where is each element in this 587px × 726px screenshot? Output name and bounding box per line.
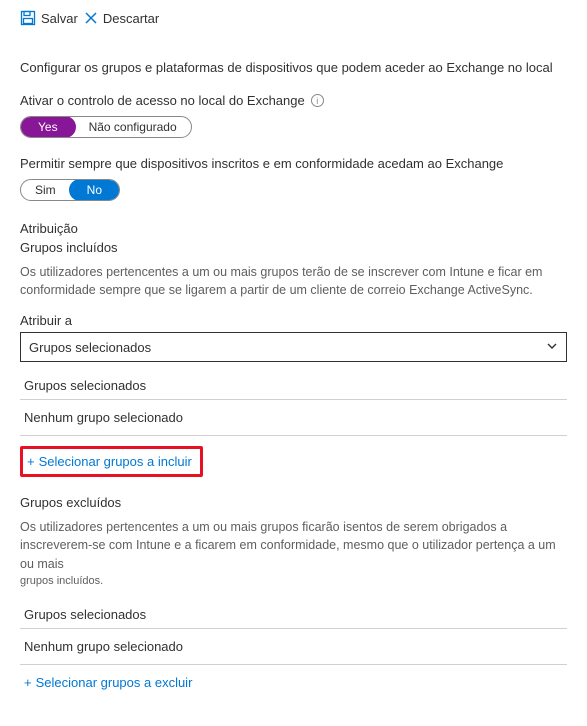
discard-label: Descartar bbox=[103, 11, 159, 26]
allow-compliant-toggle[interactable]: Sim No bbox=[20, 179, 120, 201]
plus-icon: + bbox=[27, 454, 35, 469]
select-groups-exclude-link[interactable]: + Selecionar grupos a excluir bbox=[20, 665, 567, 700]
assign-to-select[interactable]: Grupos selecionados bbox=[20, 332, 567, 362]
enable-control-toggle[interactable]: Yes Não configurado bbox=[20, 116, 192, 138]
excluded-none-selected: Nenhum grupo selecionado bbox=[20, 629, 567, 665]
allow-compliant-yes[interactable]: Sim bbox=[21, 180, 70, 200]
chevron-down-icon bbox=[546, 339, 558, 355]
save-button[interactable]: Salvar bbox=[20, 10, 78, 26]
enable-control-no[interactable]: Não configurado bbox=[75, 117, 191, 137]
select-groups-exclude-label: Selecionar grupos a excluir bbox=[36, 675, 193, 690]
enable-control-yes[interactable]: Yes bbox=[20, 116, 76, 138]
allow-compliant-label: Permitir sempre que dispositivos inscrit… bbox=[20, 156, 503, 171]
assign-to-label: Atribuir a bbox=[20, 313, 567, 328]
select-groups-include-label: Selecionar grupos a incluir bbox=[39, 454, 192, 469]
page-intro: Configurar os grupos e plataformas de di… bbox=[20, 60, 567, 75]
assign-to-value: Grupos selecionados bbox=[29, 340, 151, 355]
assignment-heading: Atribuição bbox=[20, 221, 567, 236]
toolbar: Salvar Descartar bbox=[20, 10, 567, 36]
plus-icon: + bbox=[24, 675, 32, 690]
include-highlight: + Selecionar grupos a incluir bbox=[20, 446, 203, 477]
allow-compliant-no[interactable]: No bbox=[69, 179, 120, 201]
excluded-desc-note: grupos incluídos. bbox=[20, 575, 567, 587]
excluded-selected-header: Grupos selecionados bbox=[20, 601, 567, 629]
save-label: Salvar bbox=[41, 11, 78, 26]
included-desc: Os utilizadores pertencentes a um ou mai… bbox=[20, 263, 567, 299]
included-selected-header: Grupos selecionados bbox=[20, 372, 567, 400]
excluded-desc: Os utilizadores pertencentes a um ou mai… bbox=[20, 518, 567, 572]
excluded-heading: Grupos excluídos bbox=[20, 495, 567, 510]
discard-button[interactable]: Descartar bbox=[84, 11, 159, 26]
info-icon[interactable]: i bbox=[311, 94, 324, 107]
save-icon bbox=[20, 10, 36, 26]
close-icon bbox=[84, 11, 98, 25]
select-groups-include-link[interactable]: + Selecionar grupos a incluir bbox=[25, 452, 192, 471]
included-heading: Grupos incluídos bbox=[20, 240, 567, 255]
enable-control-label: Ativar o controlo de acesso no local do … bbox=[20, 93, 305, 108]
included-none-selected: Nenhum grupo selecionado bbox=[20, 400, 567, 436]
